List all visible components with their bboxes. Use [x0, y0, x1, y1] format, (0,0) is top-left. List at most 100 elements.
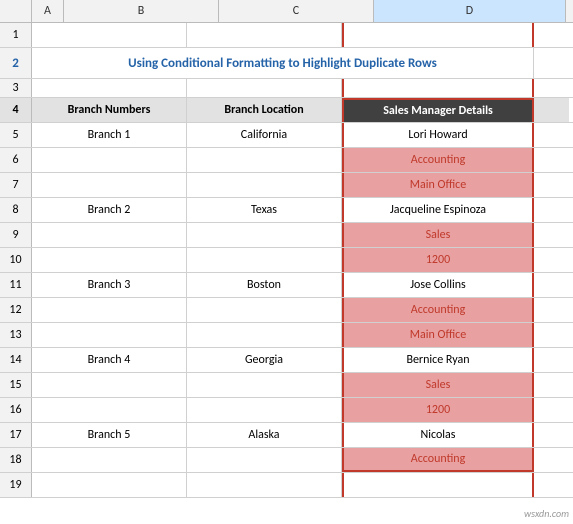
cell-d1[interactable] [342, 23, 534, 47]
cell-b13[interactable] [32, 323, 187, 347]
row-num-13: 13 [0, 323, 32, 347]
cell-c18[interactable] [187, 448, 342, 472]
row-num-11: 11 [0, 273, 32, 297]
cell-e4[interactable] [534, 98, 569, 122]
cell-e8[interactable] [534, 198, 569, 222]
cell-b12[interactable] [32, 298, 187, 322]
cell-e11[interactable] [534, 273, 569, 297]
cell-d9[interactable]: Sales [342, 223, 534, 247]
cell-c15[interactable] [187, 373, 342, 397]
cell-c7[interactable] [187, 173, 342, 197]
header-row: 4 Branch Numbers Branch Location Sales M… [0, 98, 573, 123]
cell-b11[interactable]: Branch 3 [32, 273, 187, 297]
cell-e5[interactable] [534, 123, 569, 147]
cell-e6[interactable] [534, 148, 569, 172]
cell-d13[interactable]: Main Office [342, 323, 534, 347]
cell-d15[interactable]: Sales [342, 373, 534, 397]
cell-c3[interactable] [187, 79, 342, 97]
cell-e17[interactable] [534, 423, 569, 447]
cell-b2[interactable]: Using Conditional Formatting to Highligh… [32, 48, 534, 78]
cell-d3[interactable] [342, 79, 534, 97]
cell-c11[interactable]: Boston [187, 273, 342, 297]
row-num-1: 1 [0, 23, 32, 47]
header-branch-location[interactable]: Branch Location [187, 98, 342, 122]
cell-e18[interactable] [534, 448, 569, 472]
cell-e15[interactable] [534, 373, 569, 397]
cell-c9[interactable] [187, 223, 342, 247]
cell-b15[interactable] [32, 373, 187, 397]
table-row: 16 1200 [0, 398, 573, 423]
cell-e14[interactable] [534, 348, 569, 372]
cell-c19[interactable] [187, 473, 342, 497]
cell-b18[interactable] [32, 448, 187, 472]
cell-b7[interactable] [32, 173, 187, 197]
cell-b14[interactable]: Branch 4 [32, 348, 187, 372]
row-num-9: 9 [0, 223, 32, 247]
cell-d16[interactable]: 1200 [342, 398, 534, 422]
col-header-c[interactable]: C [219, 0, 374, 22]
cell-b6[interactable] [32, 148, 187, 172]
row-num-16: 16 [0, 398, 32, 422]
cell-c10[interactable] [187, 248, 342, 272]
cell-b3[interactable] [32, 79, 187, 97]
row-num-12: 12 [0, 298, 32, 322]
title-row: 2 Using Conditional Formatting to Highli… [0, 48, 573, 79]
cell-e19[interactable] [534, 473, 569, 497]
cell-d7[interactable]: Main Office [342, 173, 534, 197]
cell-e1[interactable] [534, 23, 569, 47]
cell-b17[interactable]: Branch 5 [32, 423, 187, 447]
cell-e12[interactable] [534, 298, 569, 322]
cell-b8[interactable]: Branch 2 [32, 198, 187, 222]
row-num-19: 19 [0, 473, 32, 497]
cell-e13[interactable] [534, 323, 569, 347]
table-row: 3 [0, 79, 573, 98]
table-row: 11 Branch 3 Boston Jose Collins [0, 273, 573, 298]
table-row: 17 Branch 5 Alaska Nicolas [0, 423, 573, 448]
row-num-5: 5 [0, 123, 32, 147]
col-header-d[interactable]: D [374, 0, 566, 22]
cell-d14[interactable]: Bernice Ryan [342, 348, 534, 372]
cell-d12[interactable]: Accounting [342, 298, 534, 322]
cell-c17[interactable]: Alaska [187, 423, 342, 447]
cell-c13[interactable] [187, 323, 342, 347]
cell-b10[interactable] [32, 248, 187, 272]
row-num-6: 6 [0, 148, 32, 172]
cell-d18[interactable]: Accounting [342, 448, 534, 472]
col-header-e[interactable]: E [566, 0, 573, 22]
col-header-b[interactable]: B [64, 0, 219, 22]
cell-e16[interactable] [534, 398, 569, 422]
cell-c5[interactable]: California [187, 123, 342, 147]
cell-d17[interactable]: Nicolas [342, 423, 534, 447]
table-row: 18 Accounting [0, 448, 573, 473]
row-num-15: 15 [0, 373, 32, 397]
header-sales-manager[interactable]: Sales Manager Details [342, 98, 534, 122]
row-num-7: 7 [0, 173, 32, 197]
cell-c16[interactable] [187, 398, 342, 422]
cell-b16[interactable] [32, 398, 187, 422]
cell-b19[interactable] [32, 473, 187, 497]
table-row: 8 Branch 2 Texas Jacqueline Espinoza [0, 198, 573, 223]
row-num-8: 8 [0, 198, 32, 222]
row-num-10: 10 [0, 248, 32, 272]
cell-d5[interactable]: Lori Howard [342, 123, 534, 147]
header-branch-numbers[interactable]: Branch Numbers [32, 98, 187, 122]
cell-e10[interactable] [534, 248, 569, 272]
cell-e3[interactable] [534, 79, 569, 97]
cell-d8[interactable]: Jacqueline Espinoza [342, 198, 534, 222]
cell-c6[interactable] [187, 148, 342, 172]
cell-e9[interactable] [534, 223, 569, 247]
cell-d11[interactable]: Jose Collins [342, 273, 534, 297]
cell-b5[interactable]: Branch 1 [32, 123, 187, 147]
cell-c8[interactable]: Texas [187, 198, 342, 222]
cell-c12[interactable] [187, 298, 342, 322]
cell-c14[interactable]: Georgia [187, 348, 342, 372]
cell-d10[interactable]: 1200 [342, 248, 534, 272]
cell-b1[interactable] [32, 23, 187, 47]
cell-e7[interactable] [534, 173, 569, 197]
cell-c1[interactable] [187, 23, 342, 47]
cell-b9[interactable] [32, 223, 187, 247]
cell-d6[interactable]: Accounting [342, 148, 534, 172]
col-header-a[interactable]: A [32, 0, 64, 22]
cell-d19[interactable] [342, 473, 534, 497]
row-num-18: 18 [0, 448, 32, 472]
